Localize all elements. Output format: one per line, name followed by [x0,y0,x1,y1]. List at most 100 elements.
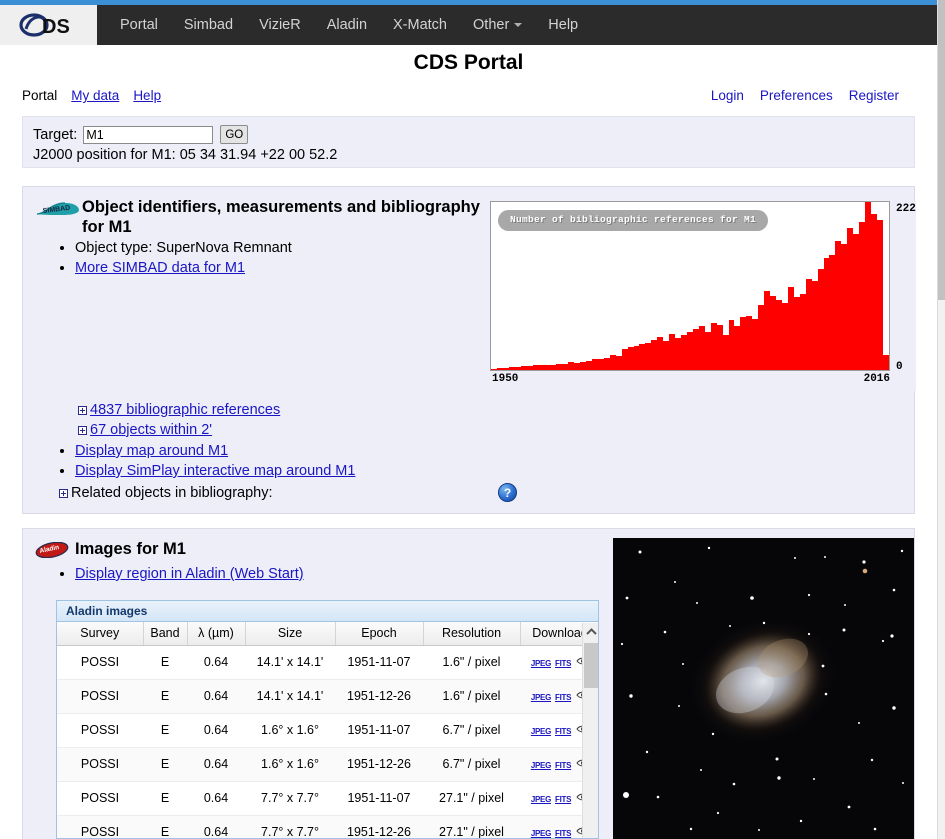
expand-plus-icon[interactable] [78,405,87,415]
object-type-text: Object type: SuperNova Remnant [75,240,292,256]
preferences-link[interactable]: Preferences [760,88,833,103]
histogram-bar [882,354,889,370]
cell-survey: POSSI [57,713,143,748]
simbad-title: Object identifiers, measurements and bib… [82,198,480,236]
col-resolution[interactable]: Resolution [423,622,521,646]
nav-item-portal[interactable]: Portal [107,5,171,45]
nav-item-aladin[interactable]: Aladin [314,5,380,45]
aladin-logo-icon: Aladin [35,541,69,563]
cell-lambda: 0.64 [187,815,245,838]
fits-download-link[interactable]: FITS [555,761,571,770]
crab-nebula-preview-image[interactable] [613,538,914,839]
expand-plus-icon[interactable] [59,488,68,498]
cell-lambda: 0.64 [187,747,245,782]
display-simplay-link[interactable]: Display SimPlay interactive map around M… [75,463,355,479]
cell-band: E [143,713,187,748]
histogram-plot-area: Number of bibliographic references for M… [490,201,890,371]
cell-band: E [143,747,187,782]
page-scrollbar-thumb[interactable] [938,0,945,300]
cell-survey: POSSI [57,747,143,782]
help-circle-icon[interactable]: ? [498,483,517,502]
cell-resolution: 27.1" / pixel [423,781,520,816]
histogram-y-min-label: 0 [896,361,903,373]
cell-size: 14.1' x 14.1' [245,679,335,714]
cell-size: 7.7° x 7.7° [245,815,335,838]
cell-resolution: 1.6" / pixel [423,679,520,714]
expand-plus-icon[interactable] [78,425,87,435]
target-search-row: Target: GO [33,125,249,144]
jpeg-download-link[interactable]: JPEG [531,727,551,736]
nav-item-help[interactable]: Help [535,5,591,45]
fits-download-link[interactable]: FITS [555,659,571,668]
cell-lambda: 0.64 [187,781,245,816]
page-title: CDS Portal [413,51,524,74]
table-row[interactable]: POSSI E 0.64 7.7° x 7.7° 1951-12-26 27.1" / p… [57,815,598,838]
col-survey[interactable]: Survey [57,622,144,646]
cell-size: 14.1' x 14.1' [245,645,335,680]
subnav-item-my-data[interactable]: My data [71,88,119,103]
cell-size: 1.6° x 1.6° [245,713,335,748]
table-row[interactable]: POSSI E 0.64 1.6° x 1.6° 1951-11-07 6.7" / pi… [57,713,598,748]
objects-within-link[interactable]: 67 objects within 2' [90,420,212,440]
jpeg-download-link[interactable]: JPEG [531,693,551,702]
bibliographic-references-row[interactable]: 4837 bibliographic references [23,400,914,420]
objects-within-row[interactable]: 67 objects within 2' [23,420,914,440]
fits-download-link[interactable]: FITS [555,795,571,804]
cell-lambda: 0.64 [187,713,245,748]
nav-label: X-Match [393,17,448,33]
bibliography-histogram: Number of bibliographic references for M… [490,201,916,391]
histogram-title: Number of bibliographic references for M… [498,210,769,231]
cell-survey: POSSI [57,781,143,816]
go-button[interactable]: GO [220,125,249,144]
histogram-x-min-label: 1950 [492,373,519,385]
page-scrollbar[interactable] [937,0,945,839]
table-row[interactable]: POSSI E 0.64 1.6° x 1.6° 1951-12-26 6.7" / pi… [57,747,598,782]
cds-logo[interactable]: DS [0,5,97,45]
register-link[interactable]: Register [849,88,899,103]
col-band[interactable]: Band [143,622,188,646]
more-simbad-data-link[interactable]: More SIMBAD data for M1 [75,260,245,276]
jpeg-download-link[interactable]: JPEG [531,795,551,804]
cell-resolution: 6.7" / pixel [423,747,520,782]
table-row[interactable]: POSSI E 0.64 14.1' x 14.1' 1951-11-07 1.6" / … [57,645,598,680]
cell-epoch: 1951-12-26 [335,747,423,782]
navbar-links: Portal Simbad VizieR Aladin X-Match Othe… [97,5,591,45]
display-region-aladin-link[interactable]: Display region in Aladin (Web Start) [75,566,304,582]
col-size[interactable]: Size [245,622,336,646]
bibliographic-references-link[interactable]: 4837 bibliographic references [90,400,280,420]
related-objects-row[interactable]: Related objects in bibliography: [23,483,914,503]
col-lambda[interactable]: λ (µm) [187,622,246,646]
chevron-down-icon [514,23,523,27]
scroll-up-arrow-icon[interactable] [583,623,598,640]
nav-item-simbad[interactable]: Simbad [171,5,246,45]
cell-band: E [143,781,187,816]
nav-label: Simbad [183,17,234,33]
jpeg-download-link[interactable]: JPEG [531,659,551,668]
login-link[interactable]: Login [711,88,744,103]
nav-label: Help [548,17,579,33]
jpeg-download-link[interactable]: JPEG [531,829,551,838]
simbad-map-links: Display map around M1 Display SimPlay in… [23,441,914,481]
col-epoch[interactable]: Epoch [335,622,424,646]
simbad-logo-icon: SIMBAD [35,201,81,222]
target-search-panel: Target: GO J2000 position for M1: 05 34 … [22,116,915,168]
cell-epoch: 1951-12-26 [335,815,423,838]
scrollbar-thumb[interactable] [584,643,598,688]
jpeg-download-link[interactable]: JPEG [531,761,551,770]
fits-download-link[interactable]: FITS [555,727,571,736]
nav-item-vizier[interactable]: VizieR [246,5,314,45]
j2000-position-text: J2000 position for M1: 05 34 31.94 +22 0… [33,147,338,163]
histogram-y-max-label: 222 [896,203,916,215]
fits-download-link[interactable]: FITS [555,693,571,702]
subnav-item-help[interactable]: Help [133,88,161,103]
table-scrollbar[interactable] [582,623,598,838]
display-map-link[interactable]: Display map around M1 [75,443,228,459]
target-input[interactable] [83,125,214,144]
fits-download-link[interactable]: FITS [555,829,571,838]
nav-item-xmatch[interactable]: X-Match [380,5,460,45]
cell-resolution: 27.1" / pixel [423,815,520,838]
cell-band: E [143,645,187,680]
table-row[interactable]: POSSI E 0.64 7.7° x 7.7° 1951-11-07 27.1" / p… [57,781,598,816]
table-row[interactable]: POSSI E 0.64 14.1' x 14.1' 1951-12-26 1.6" / … [57,679,598,714]
nav-item-other[interactable]: Other [460,5,535,45]
